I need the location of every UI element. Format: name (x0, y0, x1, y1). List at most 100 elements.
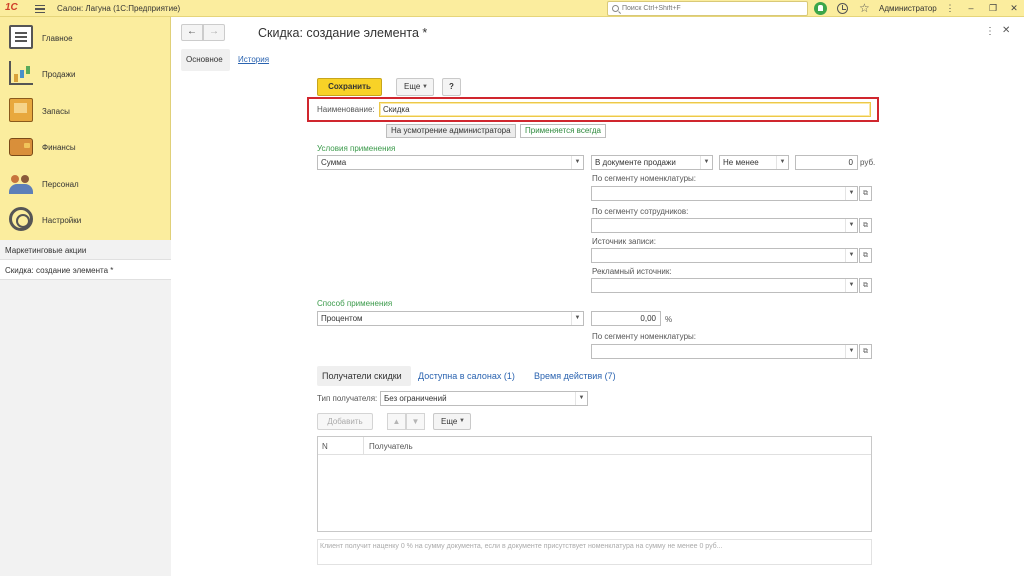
clipboard-icon (9, 25, 33, 49)
chevron-down-icon: ▼ (700, 156, 712, 169)
history-icon[interactable] (837, 3, 848, 14)
sidebar-item-label: Запасы (42, 107, 70, 116)
sidebar-item-main[interactable]: Главное (0, 20, 171, 56)
tab-recipients-label: Получатели скидки (322, 371, 402, 381)
chevron-down-icon: ▼ (422, 84, 428, 90)
recipients-table[interactable]: N Получатель (317, 436, 872, 532)
method-group-title: Способ применения (317, 299, 393, 308)
chevron-down-icon: ▼ (845, 249, 857, 262)
recipient-type-value: Без ограничений (384, 394, 447, 403)
mode-admin-button[interactable]: На усмотрение администратора (386, 124, 516, 138)
open-windows-panel: Маркетинговые акции Скидка: создание эле… (0, 240, 171, 576)
global-search[interactable] (607, 1, 808, 16)
condition-amount-field[interactable]: 0 (795, 155, 858, 170)
method-segment-select[interactable]: ▼ (591, 344, 858, 359)
table-header: N Получатель (318, 437, 871, 455)
sidebar-item-sales[interactable]: Продажи (0, 56, 171, 92)
move-down-icon[interactable]: ▼ (406, 413, 425, 430)
sidebar-item-stock[interactable]: Запасы (0, 93, 171, 129)
method-segment-label: По сегменту номенклатуры: (592, 332, 696, 341)
conditions-group-title: Условия применения (317, 144, 396, 153)
help-button[interactable]: ? (442, 78, 461, 96)
sidebar-item-settings[interactable]: Настройки (0, 202, 171, 238)
minimize-icon[interactable]: – (965, 3, 977, 14)
tab-main-label: Основное (186, 55, 223, 64)
mode-always-button[interactable]: Применяется всегда (520, 124, 606, 138)
menu-icon[interactable] (35, 5, 45, 13)
table-more-button[interactable]: Еще ▼ (433, 413, 471, 430)
move-up-icon[interactable]: ▲ (387, 413, 406, 430)
tab-time[interactable]: Время действия (7) (534, 371, 616, 381)
open-icon[interactable]: ⧉ (859, 344, 872, 359)
name-field[interactable]: Скидка (379, 102, 871, 117)
more-button-label: Еще (404, 82, 421, 91)
segment-staff-label: По сегменту сотрудников: (592, 207, 689, 216)
chevron-down-icon: ▼ (776, 156, 788, 169)
recipient-type-select[interactable]: Без ограничений ▼ (380, 391, 588, 406)
method-type-select[interactable]: Процентом ▼ (317, 311, 584, 326)
close-icon[interactable]: ✕ (1008, 3, 1020, 14)
sidebar-item-label: Главное (42, 34, 73, 43)
top-bar: 1С Салон: Лагуна (1С:Предприятие) ☆ Адми… (0, 0, 1024, 17)
chevron-down-icon: ▼ (845, 279, 857, 292)
forward-button[interactable]: → (203, 24, 225, 41)
maximize-icon[interactable]: ❐ (987, 3, 999, 14)
column-n[interactable]: N (322, 442, 328, 451)
sidebar-item-staff[interactable]: Персонал (0, 166, 171, 202)
condition-compare-select[interactable]: Не менее ▼ (719, 155, 789, 170)
more-button[interactable]: Еще ▼ (396, 78, 434, 96)
chevron-down-icon: ▼ (845, 345, 857, 358)
sidebar-item-label: Финансы (42, 143, 76, 152)
open-icon[interactable]: ⧉ (859, 278, 872, 293)
condition-compare-value: Не менее (723, 158, 759, 167)
chevron-down-icon: ▼ (459, 418, 465, 424)
add-button[interactable]: Добавить (317, 413, 373, 430)
chevron-down-icon: ▼ (575, 392, 587, 405)
notifications-icon[interactable] (814, 2, 827, 15)
app-title: Салон: Лагуна (1С:Предприятие) (57, 4, 181, 13)
back-button[interactable]: ← (181, 24, 203, 41)
segment-nom-select[interactable]: ▼ (591, 186, 858, 201)
open-windows-group[interactable]: Маркетинговые акции (0, 240, 171, 260)
percent-label: % (665, 315, 673, 324)
search-input[interactable] (622, 3, 802, 14)
comment-field[interactable]: Клиент получит наценку 0 % на сумму доку… (317, 539, 872, 565)
save-button[interactable]: Сохранить (317, 78, 382, 96)
star-icon[interactable]: ☆ (859, 2, 872, 15)
sidebar-item-label: Настройки (42, 216, 82, 225)
segment-staff-select[interactable]: ▼ (591, 218, 858, 233)
open-windows-group-label: Маркетинговые акции (5, 246, 87, 255)
condition-type-select[interactable]: Сумма ▼ (317, 155, 584, 170)
user-name[interactable]: Администратор (879, 4, 937, 13)
open-icon[interactable]: ⧉ (859, 186, 872, 201)
tab-salons[interactable]: Доступна в салонах (1) (418, 371, 515, 381)
open-icon[interactable]: ⧉ (859, 248, 872, 263)
condition-doc-select[interactable]: В документе продажи ▼ (591, 155, 713, 170)
source-select[interactable]: ▼ (591, 248, 858, 263)
form-close-icon[interactable]: ✕ (1002, 25, 1010, 36)
chevron-down-icon: ▼ (571, 156, 583, 169)
wallet-icon (9, 138, 33, 156)
ad-source-select[interactable]: ▼ (591, 278, 858, 293)
tab-recipients[interactable]: Получатели скидки (317, 366, 411, 386)
gear-icon (9, 207, 33, 231)
column-recipient[interactable]: Получатель (369, 442, 413, 451)
form-more-icon[interactable]: ⋮ (985, 26, 995, 37)
sidebar: Главное Продажи Запасы Финансы Персонал … (0, 17, 171, 576)
recipient-type-label: Тип получателя: (317, 394, 378, 403)
sidebar-item-finance[interactable]: Финансы (0, 129, 171, 165)
search-icon (612, 5, 619, 12)
tab-history[interactable]: История (238, 55, 269, 64)
sales-chart-icon (9, 61, 33, 85)
currency-label: руб. (860, 158, 876, 167)
open-window-label: Скидка: создание элемента * (5, 266, 114, 275)
open-window-item[interactable]: Скидка: создание элемента * (0, 260, 171, 280)
people-icon (9, 171, 33, 195)
more-vertical-icon[interactable]: ⋮ (944, 3, 956, 14)
comment-text: Клиент получит наценку 0 % на сумму доку… (320, 543, 723, 550)
tab-main[interactable]: Основное (181, 49, 230, 71)
open-icon[interactable]: ⧉ (859, 218, 872, 233)
table-more-label: Еще (441, 417, 458, 426)
method-value-field[interactable]: 0,00 (591, 311, 661, 326)
condition-doc-value: В документе продажи (595, 158, 676, 167)
